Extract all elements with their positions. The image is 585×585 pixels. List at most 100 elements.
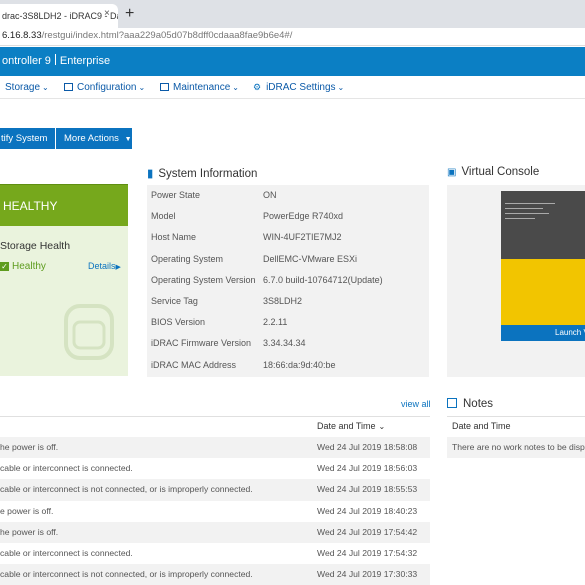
launch-virtual-console-button[interactable]: Launch Vi: [501, 325, 585, 341]
more-actions-button[interactable]: More Actions ▼: [56, 128, 132, 149]
log-message: cable or interconnect is not connected, …: [0, 569, 253, 580]
table-row[interactable]: cable or interconnect is not connected, …: [0, 479, 430, 501]
identify-system-button[interactable]: tify System: [0, 128, 56, 149]
log-date: Wed 24 Jul 2019 17:54:32: [317, 548, 418, 558]
product-edition: Enterprise: [59, 55, 111, 67]
log-date: Wed 24 Jul 2019 18:40:23: [317, 505, 418, 516]
log-date: Wed 24 Jul 2019 18:56:03: [317, 463, 418, 474]
table-row[interactable]: cable or interconnect is connected. Wed …: [0, 543, 430, 564]
notes-heading: Notes: [447, 398, 493, 410]
sys-label: Service Tag: [151, 296, 198, 306]
app-header: ontroller 9 Enterprise: [0, 47, 585, 76]
storage-health-title: Storage Health: [0, 240, 71, 252]
table-row[interactable]: cable or interconnect is connected. Wed …: [0, 458, 430, 479]
log-date: Wed 24 Jul 2019 17:54:42: [317, 526, 418, 537]
nav-storage-label: Storage: [5, 82, 41, 93]
close-tab-icon[interactable]: ×: [104, 9, 110, 19]
virtual-console-heading: ▣ Virtual Console: [447, 166, 539, 178]
chevron-down-icon: ⌄: [232, 83, 239, 92]
more-actions-label: More Actions: [64, 133, 119, 144]
console-text-line: [505, 203, 555, 204]
nav-configuration[interactable]: Configuration ⌄: [64, 76, 145, 99]
sys-value: 6.7.0 build-10764712(Update): [263, 274, 383, 285]
sys-value: 3S8LDH2: [263, 296, 303, 306]
log-date-header-label: Date and Time: [317, 421, 376, 431]
table-row: BIOS Version 2.2.11: [147, 312, 429, 333]
table-row[interactable]: cable or interconnect is not connected, …: [0, 564, 430, 585]
log-date: Wed 24 Jul 2019 18:58:08: [317, 442, 418, 452]
sys-label: Power State: [151, 190, 201, 200]
console-text-line: [505, 218, 535, 219]
console-screenshot-yellow: [501, 259, 585, 325]
nav-configuration-label: Configuration: [77, 82, 137, 93]
browser-tab-title: drac-3S8LDH2 - iDRAC9 - Dashb: [2, 11, 118, 21]
nav-maintenance-label: Maintenance: [173, 82, 231, 93]
sys-label: iDRAC Firmware Version: [151, 338, 252, 349]
caret-right-icon: ▶: [115, 264, 121, 271]
sys-value: 18:66:da:9d:40:be: [263, 359, 336, 370]
header-divider: [54, 54, 56, 65]
storage-health-status: Healthy: [12, 261, 46, 272]
url-path: /restgui/index.html?aaa229a05d07b8dff0cd…: [41, 30, 293, 41]
table-row: Service Tag 3S8LDH2: [147, 291, 429, 312]
log-message: cable or interconnect is connected.: [0, 548, 133, 558]
notes-header-divider: [447, 416, 585, 417]
product-name: ontroller 9: [2, 55, 51, 67]
sys-label: Operating System Version: [151, 274, 256, 285]
nav-storage[interactable]: Storage ⌄: [5, 76, 49, 99]
virtual-console-title: Virtual Console: [461, 166, 540, 178]
log-message: he power is off.: [0, 442, 59, 452]
table-row: Operating System DellEMC-VMware ESXi: [147, 249, 429, 270]
chevron-down-icon: ⌄: [138, 83, 146, 92]
identify-system-label: tify System: [1, 133, 48, 144]
system-information-table: Power State ON Model PowerEdge R740xd Ho…: [147, 185, 429, 377]
system-information-heading: ▮ System Information: [147, 166, 257, 180]
new-tab-button[interactable]: +: [125, 5, 134, 23]
log-date: Wed 24 Jul 2019 18:55:53: [317, 484, 418, 495]
chevron-down-icon: ⌄: [378, 422, 386, 431]
table-row: iDRAC MAC Address 18:66:da:9d:40:be: [147, 355, 429, 376]
details-label: Details: [88, 261, 116, 271]
console-text-line: [505, 213, 549, 214]
browser-tab[interactable]: drac-3S8LDH2 - iDRAC9 - Dashb: [0, 4, 118, 28]
check-icon: ✓: [0, 262, 9, 271]
address-bar[interactable]: 6.16.8.33/restgui/index.html?aaa229a05d0…: [0, 28, 585, 46]
sys-label: iDRAC MAC Address: [151, 359, 237, 370]
sys-value: 3.34.34.34: [263, 338, 306, 349]
log-message: cable or interconnect is not connected, …: [0, 484, 253, 495]
log-date-column-header[interactable]: Date and Time ⌄: [317, 421, 385, 431]
table-row: Host Name WIN-4UF2TIE7MJ2: [147, 227, 429, 248]
sys-label: BIOS Version: [151, 317, 206, 328]
notes-empty-message: There are no work notes to be display: [447, 437, 585, 458]
sys-value: WIN-4UF2TIE7MJ2: [263, 232, 342, 243]
table-row: Operating System Version 6.7.0 build-107…: [147, 270, 429, 291]
log-message: e power is off.: [0, 505, 54, 516]
chevron-down-icon: ⌄: [42, 83, 49, 92]
table-row[interactable]: he power is off. Wed 24 Jul 2019 18:58:0…: [0, 437, 430, 459]
configuration-icon: [64, 83, 73, 91]
console-screenshot[interactable]: [501, 191, 585, 259]
maintenance-icon: [160, 83, 169, 91]
view-all-logs-link[interactable]: view all: [401, 399, 431, 409]
sys-label: Host Name: [151, 232, 197, 243]
monitor-icon: ▣: [447, 167, 457, 178]
main-nav: Storage ⌄ Configuration ⌄ Maintenance ⌄ ⚙ iD…: [0, 76, 585, 99]
table-row: Power State ON: [147, 185, 429, 206]
log-date: Wed 24 Jul 2019 17:30:33: [317, 569, 418, 580]
table-row[interactable]: e power is off. Wed 24 Jul 2019 18:40:23: [0, 501, 430, 522]
table-row: iDRAC Firmware Version 3.34.34.34: [147, 333, 429, 354]
nav-idrac-settings[interactable]: ⚙ iDRAC Settings ⌄: [253, 76, 344, 99]
nav-idrac-settings-label: iDRAC Settings: [266, 82, 336, 93]
sys-value: ON: [263, 190, 277, 200]
storage-database-icon: [64, 304, 114, 360]
table-row[interactable]: he power is off. Wed 24 Jul 2019 17:54:4…: [0, 521, 430, 543]
sys-value: PowerEdge R740xd: [263, 211, 344, 222]
notes-title: Notes: [463, 398, 494, 410]
log-header-divider: [0, 416, 430, 417]
storage-details-link[interactable]: Details▶: [88, 261, 121, 271]
notes-date-column-header: Date and Time: [452, 421, 511, 431]
caret-down-icon: ▼: [124, 136, 132, 143]
sys-label: Operating System: [151, 253, 224, 264]
chevron-down-icon: ⌄: [337, 83, 345, 92]
nav-maintenance[interactable]: Maintenance ⌄: [160, 76, 239, 99]
